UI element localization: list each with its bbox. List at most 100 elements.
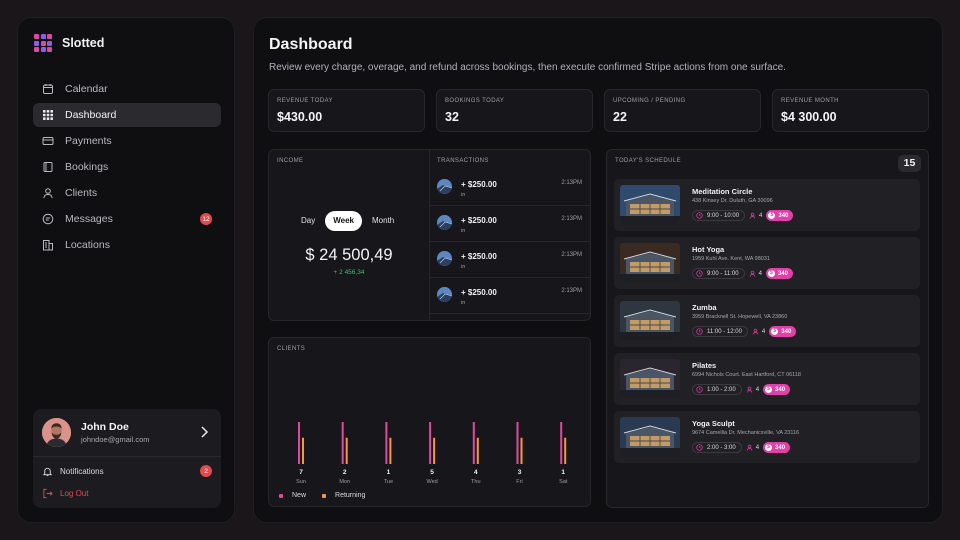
- brand[interactable]: Slotted: [34, 34, 104, 52]
- schedule-class-name: Zumba: [692, 303, 717, 312]
- transaction-time: 2:13PM: [561, 288, 582, 294]
- logo-cell: [34, 40, 39, 46]
- tick-label: Tue: [384, 479, 393, 485]
- sidebar-item-locations[interactable]: Locations: [33, 233, 221, 257]
- income-label: INCOME: [277, 158, 304, 164]
- transaction-amount: + $250.00: [461, 180, 497, 189]
- time-pill: 11:00 - 12:00: [692, 326, 748, 337]
- schedule-address: 6994 Nichols Court. East Hartford, CT 06…: [692, 372, 801, 378]
- page-subtitle: Review every charge, overage, and refund…: [269, 62, 786, 73]
- time-pill: 2:00 - 3:00: [692, 442, 742, 453]
- main-content: Dashboard Review every charge, overage, …: [253, 17, 943, 523]
- logout-icon: [43, 488, 53, 499]
- price-pill: $340: [763, 442, 791, 453]
- sidebar-item-messages[interactable]: Messages 12: [33, 207, 221, 231]
- transaction-row[interactable]: + $250.00 in 2:13PM: [429, 242, 590, 278]
- tab-week[interactable]: Week: [325, 211, 362, 231]
- schedule-capacity: 4: [755, 444, 760, 451]
- stat-revenue-month: REVENUE MONTH $4 300.00: [772, 89, 929, 132]
- stat-bookings-today: BOOKINGS TODAY 32: [436, 89, 593, 132]
- sidebar-item-clients[interactable]: Clients: [33, 181, 221, 205]
- income-period-toggle: Day Week Month: [293, 211, 413, 231]
- sidebar-item-payments[interactable]: Payments: [33, 129, 221, 153]
- schedule-time: 11:00 - 12:00: [707, 328, 742, 335]
- transaction-time: 2:13PM: [561, 180, 582, 186]
- sidebar: Slotted Calendar Dashboard Payments Book…: [17, 17, 235, 523]
- location-thumbnail: [620, 185, 680, 224]
- tab-day[interactable]: Day: [293, 211, 323, 231]
- legend-label-returning: Returning: [335, 492, 366, 499]
- avatar[interactable]: [42, 418, 71, 447]
- income-value: $ 24 500,49: [305, 246, 393, 264]
- bar-new-tue: [385, 422, 388, 464]
- user-icon: [746, 444, 752, 451]
- schedule-price: 340: [781, 328, 792, 335]
- transaction-row[interactable]: + $250.00 in 2:13PM: [429, 278, 590, 314]
- schedule-item[interactable]: Yoga Sculpt 9674 Camellia Dr. Mechanicsvi…: [614, 411, 920, 463]
- sidebar-item-calendar[interactable]: Calendar: [33, 77, 221, 101]
- sidebar-nav: Calendar Dashboard Payments Bookings Cli…: [33, 77, 221, 259]
- notifications-link[interactable]: Notifications 2: [42, 464, 212, 478]
- tick-label: Mon: [339, 479, 350, 485]
- sidebar-item-label: Locations: [65, 239, 110, 251]
- clock-icon: [696, 212, 703, 219]
- calendar-icon: [43, 84, 53, 94]
- tick-total: 1: [561, 469, 565, 476]
- schedule-address: 9674 Camellia Dr. Mechanicsville, VA 231…: [692, 430, 800, 436]
- schedule-class-name: Pilates: [692, 361, 717, 370]
- bell-icon: [42, 467, 53, 476]
- schedule-price: 340: [775, 386, 786, 393]
- sidebar-item-bookings[interactable]: Bookings: [33, 155, 221, 179]
- clients-chart: 7 Sun 2 Mon 1 Tue 5 Wed 4 Thu 3 Fri 1 Sat: [296, 422, 568, 485]
- schedule-item[interactable]: Zumba 3959 Bracknell St. Hopewell, VA 238…: [614, 295, 920, 347]
- stat-value: 22: [613, 110, 627, 124]
- tab-month[interactable]: Month: [364, 211, 402, 231]
- bar-returning-sat: [564, 437, 567, 464]
- schedule-capacity: 4: [759, 212, 763, 219]
- capacity-pill: 4: [746, 384, 759, 395]
- logout-button[interactable]: Log Out: [42, 488, 88, 499]
- tick-total: 4: [474, 469, 478, 476]
- dollar-icon: $: [771, 328, 779, 335]
- transaction-time: 2:13PM: [561, 252, 582, 258]
- schedule-capacity: 4: [755, 386, 760, 393]
- schedule-item[interactable]: Pilates 6994 Nichols Court. East Hartford…: [614, 353, 920, 405]
- transaction-time: 2:13PM: [561, 216, 582, 222]
- income-delta: + 2 456,34: [333, 269, 365, 276]
- stat-label: REVENUE MONTH: [781, 98, 839, 104]
- legend-swatch-returning: [322, 493, 327, 498]
- bar-new-wed: [429, 422, 432, 464]
- schedule-item[interactable]: Hot Yoga 1959 Kuhl Ave. Kent, WA 98031 9:0…: [614, 237, 920, 289]
- price-pill: $340: [763, 384, 791, 395]
- schedule-item[interactable]: Meditation Circle 438 Kinsey Dr. Duluth, …: [614, 179, 920, 231]
- stat-label: UPCOMING / PENDING: [613, 98, 686, 104]
- transaction-thumb-icon: [437, 179, 452, 194]
- page-title: Dashboard: [269, 36, 353, 53]
- sidebar-item-dashboard[interactable]: Dashboard: [33, 103, 221, 127]
- schedule-time: 9:00 - 10:00: [707, 212, 740, 219]
- transaction-row[interactable]: + $250.00 in 2:13PM: [429, 170, 590, 206]
- bar-new-fri: [516, 422, 519, 464]
- clock-icon: [696, 444, 703, 451]
- transaction-thumb-icon: [437, 215, 452, 230]
- clients-panel: CLIENTS 7 Sun 2 Mon 1 Tue 5 Wed 4 Thu 3 Fri 1 Sat New…: [268, 337, 591, 507]
- clock-icon: [696, 328, 703, 335]
- location-thumbnail: [620, 301, 680, 340]
- stat-upcoming-pending: UPCOMING / PENDING 22: [604, 89, 761, 132]
- user-icon: [746, 386, 752, 393]
- transaction-row[interactable]: + $250.00 in 2:13PM: [429, 206, 590, 242]
- stat-label: BOOKINGS TODAY: [445, 98, 505, 104]
- user-icon: [749, 270, 755, 277]
- transaction-thumb-icon: [437, 287, 452, 302]
- chevron-right-icon[interactable]: [199, 425, 209, 439]
- stat-value: $430.00: [277, 110, 323, 124]
- dollar-icon: $: [768, 212, 776, 219]
- avatar-image: [42, 418, 71, 447]
- location-thumbnail: [620, 359, 680, 398]
- transaction-direction: in: [461, 300, 466, 306]
- schedule-panel: TODAY'S SCHEDULE 15 Meditation Circle 438…: [606, 149, 929, 508]
- bar-returning-fri: [520, 437, 523, 464]
- bar-new-thu: [472, 422, 475, 464]
- schedule-class-name: Hot Yoga: [692, 245, 725, 254]
- transaction-thumb-icon: [437, 251, 452, 266]
